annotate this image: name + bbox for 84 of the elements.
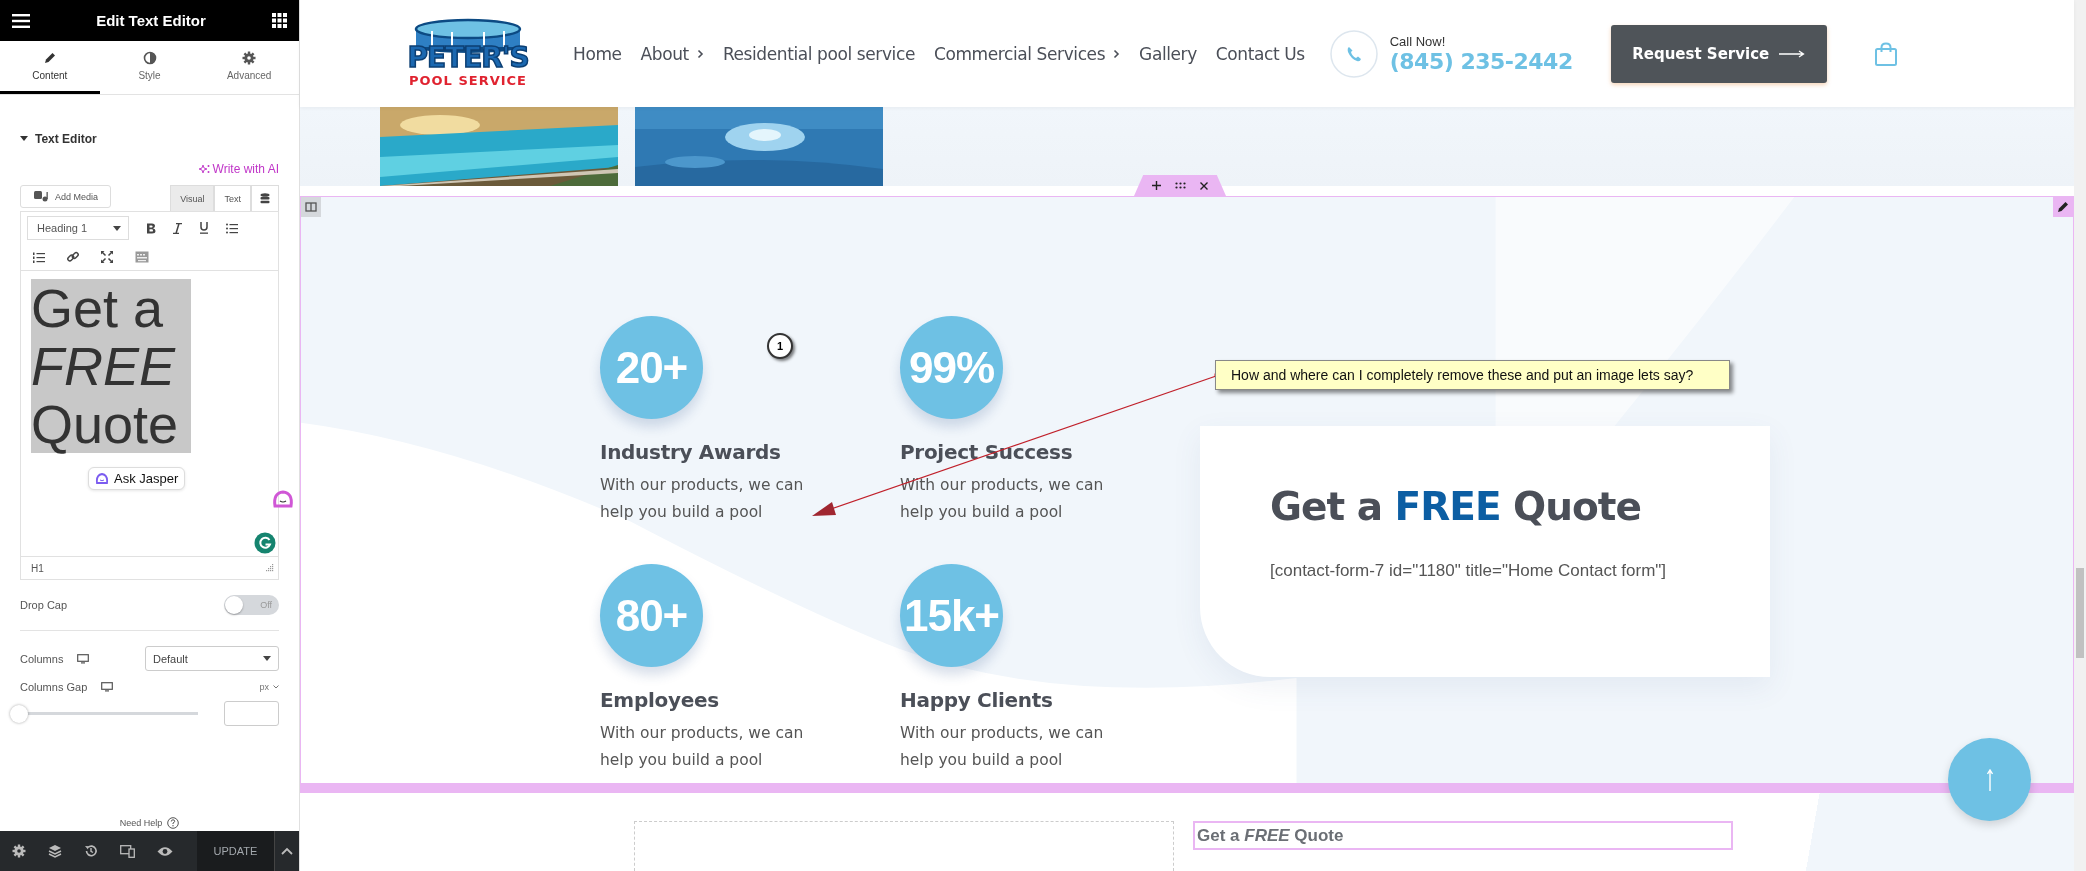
media-icon <box>33 190 49 203</box>
link-icon[interactable] <box>67 251 79 263</box>
add-icon[interactable] <box>1152 181 1161 190</box>
arrow-up-icon <box>1986 768 1993 791</box>
desktop-icon[interactable] <box>101 682 114 692</box>
menu-icon[interactable] <box>12 13 30 28</box>
nav-link[interactable]: Residential pool service <box>722 43 915 64</box>
stat-title: Project Success <box>900 440 1074 464</box>
add-media-button[interactable]: Add Media <box>20 185 112 208</box>
annotation-note: How and where can I completely remove these and put an image lets say? <box>1215 360 1730 390</box>
update-button[interactable]: UPDATE <box>197 831 274 871</box>
database-icon[interactable] <box>251 185 279 211</box>
jasper-icon[interactable] <box>272 489 294 509</box>
column-handle-icon[interactable] <box>301 197 321 217</box>
desktop-icon[interactable] <box>77 653 90 664</box>
logo[interactable]: PETER'S POOL SERVICE <box>388 17 548 88</box>
editor-heading-text: Get a FREE Quote <box>31 279 191 453</box>
write-with-ai-link[interactable]: Write with AI <box>198 162 279 176</box>
responsive-icon[interactable] <box>120 844 135 858</box>
stat-title: Employees <box>600 688 720 712</box>
stat-description: With our products, we can help you build a pool <box>900 723 1105 771</box>
stat-circle: 99% <box>900 316 1003 419</box>
nav-link[interactable]: Home <box>573 43 622 64</box>
resize-handle-icon[interactable] <box>266 564 274 572</box>
slider-thumb[interactable] <box>10 704 28 723</box>
dropdown-caret-icon <box>113 225 121 231</box>
chevron-right-icon <box>1113 48 1121 59</box>
section-title[interactable]: Text Editor <box>35 132 97 146</box>
pencil-icon <box>42 51 57 65</box>
unit-select[interactable]: px <box>259 682 279 692</box>
settings-icon[interactable] <box>12 844 26 858</box>
quote-heading: Get a FREE Quote <box>1270 484 1642 529</box>
caret-icon <box>20 136 28 142</box>
need-help-link[interactable]: Need Help <box>119 818 163 828</box>
layers-icon[interactable] <box>48 844 62 858</box>
element-path: H1 <box>31 562 44 574</box>
quote-heading-widget[interactable]: Get a FREE Quote <box>1193 821 1733 850</box>
editor-mode-tab[interactable]: Text <box>214 185 251 211</box>
columns-gap-label: Columns Gap <box>20 681 88 693</box>
shortcode-text: [contact-form-7 id="1180" title="Home Contact form"] <box>1270 561 1668 581</box>
jasper-icon <box>95 472 109 485</box>
editor-mode-tab[interactable]: Visual <box>170 185 215 211</box>
nav-link[interactable]: Commercial Services <box>933 43 1121 64</box>
call-label: Call Now! <box>1389 33 1447 49</box>
help-icon[interactable] <box>167 817 180 829</box>
stat-title: Happy Clients <box>900 688 1054 712</box>
numbered-list-icon[interactable] <box>33 251 45 263</box>
stat-description: With our products, we can help you build a pool <box>600 723 805 771</box>
underline-icon[interactable] <box>199 222 209 234</box>
ask-jasper-button[interactable]: Ask Jasper <box>88 467 186 490</box>
stat-title: Industry Awards <box>600 440 782 464</box>
nav-link[interactable]: About <box>640 43 704 64</box>
chevron-down-icon <box>273 685 279 689</box>
apps-grid-icon[interactable] <box>272 13 287 28</box>
sparkle-icon <box>198 164 210 174</box>
dropdown-caret-icon <box>263 656 271 661</box>
bold-icon[interactable] <box>146 222 156 234</box>
nav-link[interactable]: Contact Us <box>1215 43 1305 64</box>
columns-label: Columns <box>20 652 64 665</box>
stat-circle: 15k+ <box>900 564 1003 667</box>
bullet-list-icon[interactable] <box>226 222 238 234</box>
arrow-right-icon <box>1779 49 1806 58</box>
nav-link[interactable]: Gallery <box>1139 43 1197 64</box>
stat-description: With our products, we can help you build a pool <box>600 475 805 523</box>
drag-icon[interactable] <box>1175 182 1186 189</box>
stat-description: With our products, we can help you build a pool <box>900 475 1105 523</box>
grammarly-icon[interactable] <box>254 532 276 554</box>
contrast-icon <box>142 51 157 65</box>
gap-input-field[interactable] <box>224 701 279 726</box>
stat-circle: 20+ <box>600 316 703 419</box>
close-icon[interactable] <box>1200 181 1208 190</box>
history-icon[interactable] <box>84 844 98 858</box>
italic-icon[interactable] <box>173 222 182 234</box>
eye-icon[interactable] <box>157 845 173 857</box>
format-select[interactable]: Heading 1 <box>27 216 129 240</box>
columns-select[interactable]: Default <box>145 646 279 671</box>
edit-icon[interactable] <box>2053 197 2073 217</box>
chevron-right-icon <box>696 48 704 59</box>
fullscreen-icon[interactable] <box>101 251 113 263</box>
drop-cap-label: Drop Cap <box>20 599 69 611</box>
gear-icon <box>242 51 257 65</box>
request-service-button[interactable]: Request Service <box>1610 24 1827 83</box>
panel-title: Edit Text Editor <box>96 12 206 29</box>
chevron-up-icon <box>281 847 293 855</box>
